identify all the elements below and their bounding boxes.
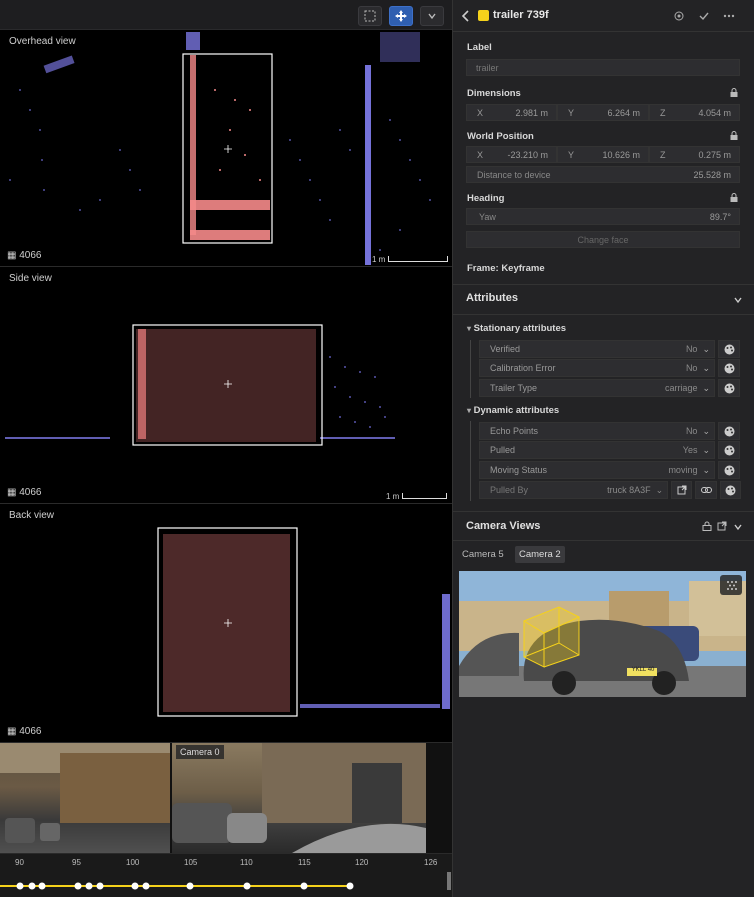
open-external-icon[interactable] xyxy=(717,521,727,531)
palette-icon[interactable] xyxy=(718,340,740,358)
chevron-down-icon[interactable] xyxy=(420,6,444,26)
scale-bar xyxy=(388,256,448,262)
attributes-title: Attributes xyxy=(466,292,518,304)
divider xyxy=(453,314,754,315)
heading-title: Heading xyxy=(467,193,505,204)
point-count: ▦ 4066 xyxy=(7,726,42,737)
dimensions-title: Dimensions xyxy=(467,88,521,99)
label-section-title: Label xyxy=(467,42,492,53)
palette-icon[interactable] xyxy=(718,441,740,459)
attribute-row-echo-points[interactable]: Echo Points No ⌄ xyxy=(479,422,741,440)
lock-icon[interactable] xyxy=(702,521,712,531)
more-icon[interactable] xyxy=(723,10,735,22)
dimension-y-field[interactable]: Y 6.264 m xyxy=(557,104,649,121)
change-face-button[interactable]: Change face xyxy=(466,231,740,248)
panel-title: trailer 739f xyxy=(493,9,549,21)
group-line xyxy=(470,421,471,501)
overhead-view[interactable]: Overhead view ▦ 4066 1 m xyxy=(0,30,452,267)
divider xyxy=(453,511,754,512)
class-color-swatch xyxy=(478,10,489,21)
stationary-attributes-title[interactable]: ▾ Stationary attributes xyxy=(467,323,566,334)
timeline-track[interactable] xyxy=(0,854,452,897)
distance-field: Distance to device 25.528 m xyxy=(466,166,740,183)
yaw-field[interactable]: Yaw 89.7° xyxy=(466,208,740,225)
divider xyxy=(453,540,754,541)
viewport-column: Overhead view ▦ 4066 1 m Side view ▦ 406… xyxy=(0,0,452,897)
back-icon[interactable] xyxy=(461,10,471,22)
lock-icon[interactable] xyxy=(730,193,738,202)
position-y-field[interactable]: Y 10.626 m xyxy=(557,146,649,163)
divider xyxy=(453,284,754,285)
camera-label: Camera 0 xyxy=(176,745,224,759)
position-z-field[interactable]: Z 0.275 m xyxy=(649,146,740,163)
overhead-view-title: Overhead view xyxy=(9,36,76,47)
tab-camera-2[interactable]: Camera 2 xyxy=(515,546,565,563)
license-plate: YKLL 40 xyxy=(631,667,655,673)
view-toolbar xyxy=(0,0,452,30)
chevron-down-icon[interactable] xyxy=(733,522,743,532)
scale-label: 1 m xyxy=(386,492,400,501)
object-panel: trailer 739f Label trailer Dimensions X2… xyxy=(452,0,754,897)
target-icon[interactable] xyxy=(673,10,685,22)
timeline[interactable]: 90 95 100 105 110 115 120 126 xyxy=(0,853,452,897)
camera-2-image[interactable]: YKLL 40 xyxy=(459,571,746,697)
dynamic-attributes-title[interactable]: ▾ Dynamic attributes xyxy=(467,405,559,416)
back-pointcloud xyxy=(157,527,450,717)
palette-icon[interactable] xyxy=(719,481,742,499)
side-view-title: Side view xyxy=(9,273,52,284)
attribute-row-trailer-type[interactable]: Trailer Type carriage ⌄ xyxy=(479,379,741,397)
scale-bar xyxy=(402,493,447,499)
camera-thumbnail[interactable] xyxy=(0,743,170,853)
panel-header: trailer 739f xyxy=(453,0,754,32)
camera-strip: Camera 0 xyxy=(0,743,452,853)
dimension-z-field[interactable]: Z 4.054 m xyxy=(649,104,740,121)
lock-icon[interactable] xyxy=(730,88,738,97)
attribute-row-calibration[interactable]: Calibration Error No ⌄ xyxy=(479,359,741,377)
frame-label: Frame: Keyframe xyxy=(467,263,545,274)
attribute-row-verified[interactable]: Verified No ⌄ xyxy=(479,340,741,358)
tab-camera-5[interactable]: Camera 5 xyxy=(462,549,504,560)
back-view-title: Back view xyxy=(9,510,55,521)
attribute-row-moving-status[interactable]: Moving Status moving ⌄ xyxy=(479,461,741,479)
attribute-row-pulled[interactable]: Pulled Yes ⌄ xyxy=(479,441,741,459)
box-select-icon[interactable] xyxy=(358,6,382,26)
point-count: ▦ 4066 xyxy=(7,487,42,498)
palette-icon[interactable] xyxy=(718,359,740,377)
palette-icon[interactable] xyxy=(718,422,740,440)
side-pointcloud xyxy=(5,324,395,446)
side-view[interactable]: Side view ▦ 4066 1 m xyxy=(0,267,452,504)
points-toggle-icon[interactable] xyxy=(720,575,742,595)
camera-views-title: Camera Views xyxy=(466,520,541,532)
position-x-field[interactable]: X -23.210 m xyxy=(466,146,557,163)
link-icon[interactable] xyxy=(695,481,717,499)
scale-label: 1 m xyxy=(372,255,386,264)
overhead-pointcloud xyxy=(9,32,431,265)
dimension-x-field[interactable]: X 2.981 m xyxy=(466,104,557,121)
label-input[interactable]: trailer xyxy=(466,59,740,76)
point-count: ▦ 4066 xyxy=(7,250,42,261)
attribute-row-pulled-by[interactable]: Pulled By truck 8A3F ⌄ xyxy=(479,481,742,499)
move-icon[interactable] xyxy=(389,6,413,26)
check-icon[interactable] xyxy=(698,10,710,22)
camera-0-thumbnail[interactable]: Camera 0 xyxy=(172,743,426,853)
back-view[interactable]: Back view ▦ 4066 xyxy=(0,504,452,743)
open-link-icon[interactable] xyxy=(671,481,693,499)
lock-icon[interactable] xyxy=(730,131,738,140)
chevron-down-icon[interactable] xyxy=(733,295,743,305)
palette-icon[interactable] xyxy=(718,461,740,479)
group-line xyxy=(470,340,471,398)
world-position-title: World Position xyxy=(467,131,534,142)
palette-icon[interactable] xyxy=(718,379,740,397)
